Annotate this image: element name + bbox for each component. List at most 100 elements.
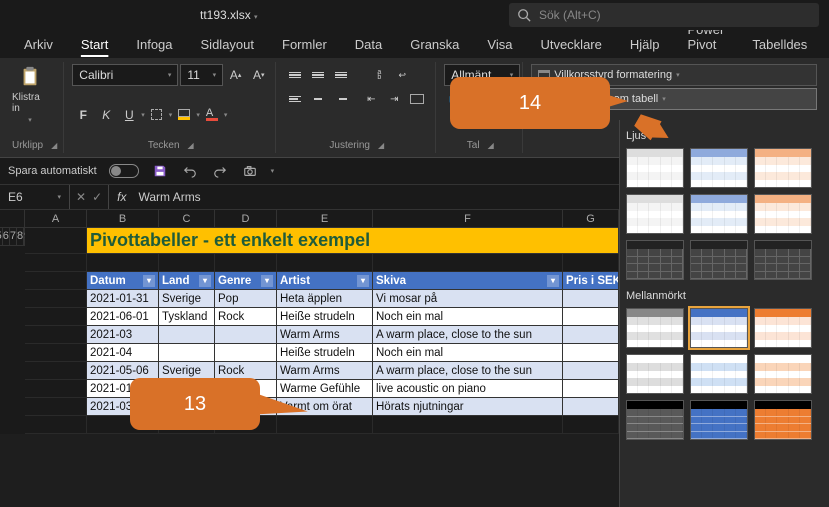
cell[interactable] (25, 380, 87, 398)
cell[interactable]: Pivottabeller - ett enkelt exempel (87, 228, 619, 254)
cell[interactable] (159, 416, 215, 434)
cell[interactable]: Datum▾ (87, 272, 159, 290)
cancel-icon[interactable]: ✕ (76, 190, 86, 204)
fill-color-button[interactable] (173, 104, 195, 126)
cell[interactable] (25, 272, 87, 290)
row-headers[interactable]: 1234567891011 (0, 210, 25, 434)
select-all-corner[interactable] (0, 210, 25, 228)
cell[interactable]: Vi mosar på (373, 290, 563, 308)
orientation-icon[interactable]: ab (368, 64, 390, 86)
row-header[interactable]: 8 (17, 228, 24, 246)
cell[interactable]: A warm place, close to the sun (373, 326, 563, 344)
font-name-combo[interactable]: Calibri▾ (72, 64, 178, 86)
table-style-option[interactable] (754, 194, 812, 234)
cell[interactable] (563, 254, 619, 272)
undo-icon[interactable] (181, 162, 199, 180)
cell[interactable] (277, 254, 373, 272)
cell[interactable]: Rock (215, 308, 277, 326)
fx-icon[interactable]: fx (109, 190, 134, 204)
redo-icon[interactable] (211, 162, 229, 180)
cell[interactable]: 2021-04 (87, 344, 159, 362)
column-header[interactable]: E (277, 210, 373, 228)
table-style-option[interactable] (626, 148, 684, 188)
tab-arkiv[interactable]: Arkiv (10, 31, 67, 58)
column-header[interactable]: C (159, 210, 215, 228)
cell[interactable]: 2021-01-01 (87, 380, 159, 398)
cell[interactable]: live acoustic on piano (373, 380, 563, 398)
cell[interactable] (25, 254, 87, 272)
format-as-table-button[interactable]: Formatera som tabell▾ (531, 88, 817, 110)
italic-button[interactable]: K (95, 104, 117, 126)
paste-button[interactable]: Klistra in ▾ (12, 64, 48, 124)
cell[interactable]: Sverige (159, 398, 215, 416)
accounting-format-icon[interactable]: 💶 (444, 89, 466, 111)
cell[interactable] (215, 416, 277, 434)
align-top-icon[interactable] (284, 64, 306, 86)
decrease-indent-icon[interactable]: ⇤ (360, 88, 382, 110)
align-bottom-icon[interactable] (330, 64, 352, 86)
autosave-toggle[interactable] (109, 164, 139, 178)
tab-tabelldes[interactable]: Tabelldes (738, 31, 821, 58)
cell[interactable] (25, 344, 87, 362)
cell[interactable] (87, 254, 159, 272)
dialog-launcher-icon[interactable]: ◢ (188, 141, 194, 150)
cell[interactable]: Genre▾ (215, 272, 277, 290)
cell[interactable] (563, 398, 619, 416)
conditional-formatting-button[interactable]: Villkorsstyrd formatering▾ (531, 64, 817, 86)
cell[interactable] (87, 416, 159, 434)
table-style-option[interactable] (690, 354, 748, 394)
cell[interactable] (373, 254, 563, 272)
dialog-launcher-icon[interactable]: ◢ (51, 141, 57, 150)
table-style-option[interactable] (754, 148, 812, 188)
cell[interactable] (159, 344, 215, 362)
bold-button[interactable]: F (72, 104, 94, 126)
row-header[interactable]: 6 (3, 228, 10, 246)
cell[interactable]: Sverige (159, 290, 215, 308)
column-header[interactable]: F (373, 210, 563, 228)
cell[interactable] (159, 254, 215, 272)
cell[interactable] (25, 326, 87, 344)
cell[interactable] (159, 326, 215, 344)
table-style-option[interactable] (690, 240, 748, 280)
cell[interactable]: Noch ein mal (373, 344, 563, 362)
align-right-icon[interactable] (330, 88, 352, 110)
cell[interactable]: Noch ein mal (373, 308, 563, 326)
table-style-option[interactable] (754, 308, 812, 348)
table-style-option[interactable] (690, 400, 748, 440)
dialog-launcher-icon[interactable]: ◢ (488, 141, 494, 150)
cell[interactable]: Sverige (159, 362, 215, 380)
confirm-icon[interactable]: ✓ (92, 190, 102, 204)
table-style-option[interactable] (690, 308, 748, 348)
align-left-icon[interactable] (284, 88, 306, 110)
table-style-option[interactable] (626, 400, 684, 440)
save-icon[interactable] (151, 162, 169, 180)
cell[interactable]: A warm place, close to the sun (373, 362, 563, 380)
merge-icon[interactable] (406, 88, 428, 110)
cell[interactable]: Rock (215, 362, 277, 380)
increase-indent-icon[interactable]: ⇥ (383, 88, 405, 110)
tab-granska[interactable]: Granska (396, 31, 473, 58)
cell[interactable]: Pris i SEK▾ (563, 272, 619, 290)
cell[interactable]: Hörats njutningar (373, 398, 563, 416)
cell[interactable]: Heiße strudeln (277, 308, 373, 326)
table-style-option[interactable] (626, 194, 684, 234)
filter-dropdown-icon[interactable]: ▾ (143, 275, 155, 287)
cell[interactable] (25, 416, 87, 434)
cell[interactable] (563, 326, 619, 344)
cell[interactable] (215, 326, 277, 344)
filter-dropdown-icon[interactable]: ▾ (261, 275, 273, 287)
cell[interactable]: Warme Gefühle (277, 380, 373, 398)
cell[interactable] (25, 290, 87, 308)
cell[interactable]: 2021-03 (87, 326, 159, 344)
tab-visa[interactable]: Visa (473, 31, 526, 58)
cell[interactable]: 2021-05-06 (87, 362, 159, 380)
filter-dropdown-icon[interactable]: ▾ (547, 275, 559, 287)
tab-formler[interactable]: Formler (268, 31, 341, 58)
table-style-option[interactable] (626, 354, 684, 394)
table-style-option[interactable] (754, 240, 812, 280)
table-style-option[interactable] (754, 400, 812, 440)
column-header[interactable]: G (563, 210, 619, 228)
cell[interactable] (563, 362, 619, 380)
font-color-button[interactable]: A (201, 104, 223, 126)
cell[interactable] (215, 254, 277, 272)
